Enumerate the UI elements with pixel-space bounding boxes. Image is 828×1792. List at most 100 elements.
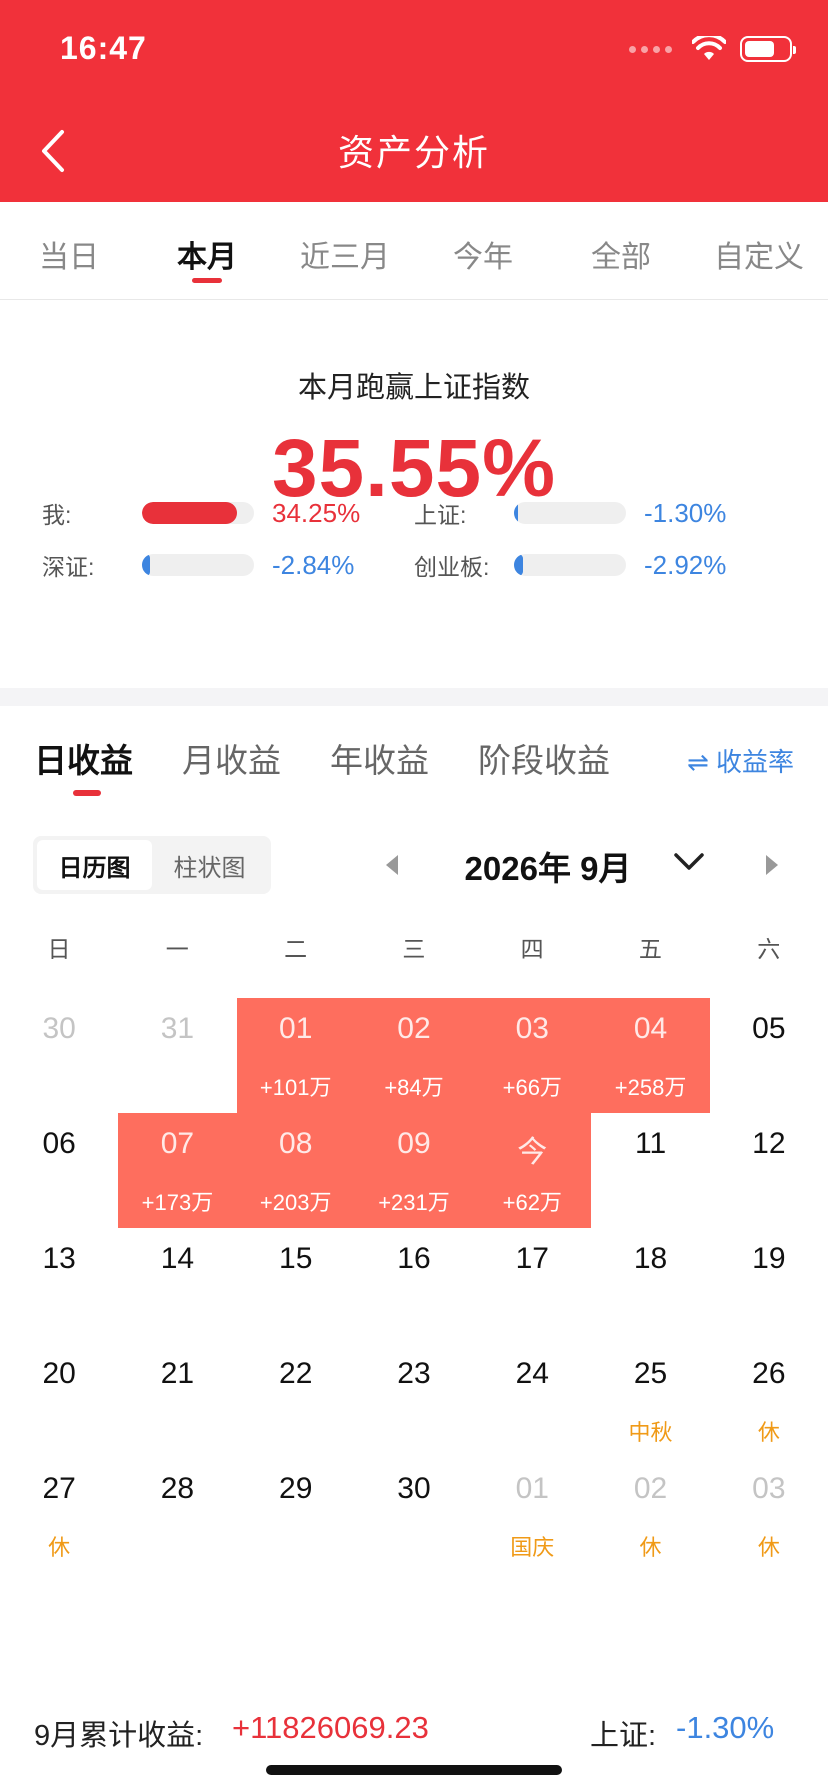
calendar-day[interactable]: 17 (473, 1228, 591, 1343)
calendar-day[interactable]: 08 +203万 (236, 1113, 355, 1228)
calendar-day[interactable]: 03 休 (710, 1458, 828, 1573)
day-number: 04 (633, 1012, 668, 1045)
weekday-label: 一 (165, 936, 189, 962)
tab-custom[interactable]: 自定义 (690, 202, 828, 299)
progress-fill (142, 502, 238, 524)
calendar-day[interactable]: 24 (473, 1343, 591, 1458)
progress-fill (514, 502, 519, 524)
day-number: 20 (42, 1357, 76, 1390)
calendar-day[interactable]: 13 (0, 1228, 118, 1343)
holiday-note: 休 (757, 1420, 780, 1445)
day-number: 12 (752, 1127, 786, 1160)
progress-bar (142, 554, 254, 576)
index-value: -1.30% (676, 1710, 775, 1745)
status-time: 16:47 (60, 30, 147, 66)
tab-monthly-earnings[interactable]: 月收益 (182, 734, 281, 782)
day-number: 30 (397, 1472, 431, 1505)
weekday-label: 三 (402, 936, 426, 962)
calendar-day[interactable]: 今 +62万 (473, 1113, 592, 1228)
calendar-day[interactable]: 23 (355, 1343, 473, 1458)
day-number: 23 (397, 1357, 431, 1390)
holiday-note: 休 (757, 1535, 780, 1560)
day-number: 02 (633, 1472, 668, 1505)
holiday-note: 国庆 (510, 1535, 555, 1560)
day-number: 01 (515, 1472, 549, 1505)
view-toggle: 日历图 柱状图 (33, 836, 271, 894)
calendar-day[interactable]: 29 (237, 1458, 355, 1573)
tab-this-month[interactable]: 本月 (138, 202, 276, 299)
performance-summary: 本月跑赢上证指数 35.55% 我: 34.25% 上证: -1.30% 深证:… (0, 300, 828, 688)
day-number: 07 (160, 1127, 195, 1160)
calendar-day[interactable]: 02 +84万 (354, 998, 474, 1113)
tab-yearly-earnings[interactable]: 年收益 (330, 734, 429, 782)
calendar-day[interactable]: 22 (237, 1343, 355, 1458)
comparison-chinext: 创业板: -2.92% (414, 545, 726, 585)
tab-today[interactable]: 当日 (0, 202, 138, 299)
day-number: 15 (279, 1242, 313, 1275)
calendar-day[interactable]: 19 (710, 1228, 828, 1343)
calendar-day[interactable]: 30 (355, 1458, 473, 1573)
page-title: 资产分析 (337, 132, 490, 173)
comparison-shenzhen: 深证: -2.84% (42, 545, 354, 585)
calendar-day[interactable]: 18 (591, 1228, 709, 1343)
calendar-view-button[interactable]: 日历图 (37, 840, 152, 890)
tab-all[interactable]: 全部 (552, 202, 690, 299)
tab-daily-earnings[interactable]: 日收益 (34, 734, 133, 782)
day-number: 31 (160, 1012, 195, 1045)
calendar-day[interactable]: 16 (355, 1228, 473, 1343)
calendar-day[interactable]: 14 (118, 1228, 236, 1343)
calendar-day[interactable]: 25 中秋 (591, 1343, 709, 1458)
calendar-day[interactable]: 05 (710, 998, 828, 1113)
comparison-value: -2.84% (272, 549, 355, 580)
comparison-value: -2.92% (644, 549, 727, 580)
comparison-value: 34.25% (272, 497, 361, 528)
tab-indicator (73, 790, 101, 796)
day-number: 13 (42, 1242, 76, 1275)
tab-period-earnings[interactable]: 阶段收益 (478, 734, 610, 782)
calendar-day[interactable]: 02 休 (591, 1458, 709, 1573)
triangle-left-icon[interactable] (382, 852, 402, 878)
bar-view-button[interactable]: 柱状图 (152, 840, 267, 890)
calendar-day[interactable]: 07 +173万 (118, 1113, 237, 1228)
day-number: 06 (42, 1127, 76, 1160)
day-number: 28 (160, 1472, 195, 1505)
calendar-day[interactable]: 01 +101万 (236, 998, 355, 1113)
calendar-day[interactable]: 21 (118, 1343, 236, 1458)
calendar-day[interactable]: 26 休 (710, 1343, 828, 1458)
progress-bar (514, 554, 626, 576)
calendar-day[interactable]: 15 (237, 1228, 355, 1343)
comparison-label: 创业板: (414, 554, 490, 580)
day-number: 24 (515, 1357, 549, 1390)
calendar-day[interactable]: 30 (0, 998, 118, 1113)
calendar-day[interactable]: 06 (0, 1113, 118, 1228)
tab-three-months[interactable]: 近三月 (276, 202, 414, 299)
calendar-day[interactable]: 27 休 (0, 1458, 118, 1573)
weekday-label: 六 (757, 936, 781, 962)
weekday-label: 五 (638, 936, 662, 962)
home-indicator (266, 1765, 562, 1775)
calendar-day[interactable]: 09 +231万 (354, 1113, 474, 1228)
comparison-label: 我: (42, 502, 72, 528)
calendar-day[interactable]: 04 +258万 (591, 998, 710, 1113)
triangle-right-icon[interactable] (762, 852, 782, 878)
calendar-day[interactable]: 20 (0, 1343, 118, 1458)
holiday-note: 中秋 (628, 1420, 673, 1445)
day-number: 22 (279, 1357, 313, 1390)
battery-icon (740, 36, 796, 62)
calendar-day[interactable]: 01 国庆 (473, 1458, 591, 1573)
progress-fill (514, 554, 523, 576)
calendar-day[interactable]: 28 (118, 1458, 236, 1573)
tab-this-year[interactable]: 今年 (414, 202, 552, 299)
day-number: 01 (279, 1012, 313, 1045)
day-gain: +101万 (259, 1075, 332, 1100)
chevron-down-icon[interactable] (672, 848, 706, 876)
calendar-day[interactable]: 03 +66万 (473, 998, 592, 1113)
calendar-day[interactable]: 31 (118, 998, 236, 1113)
calendar-day[interactable]: 12 (710, 1113, 828, 1228)
day-gain: +62万 (502, 1190, 562, 1215)
rate-toggle-button[interactable]: ⇌ 收益率 (687, 742, 794, 779)
calendar-day[interactable]: 11 (591, 1113, 709, 1228)
day-number: 08 (279, 1127, 313, 1160)
day-number: 16 (397, 1242, 431, 1275)
wifi-icon (692, 36, 726, 60)
